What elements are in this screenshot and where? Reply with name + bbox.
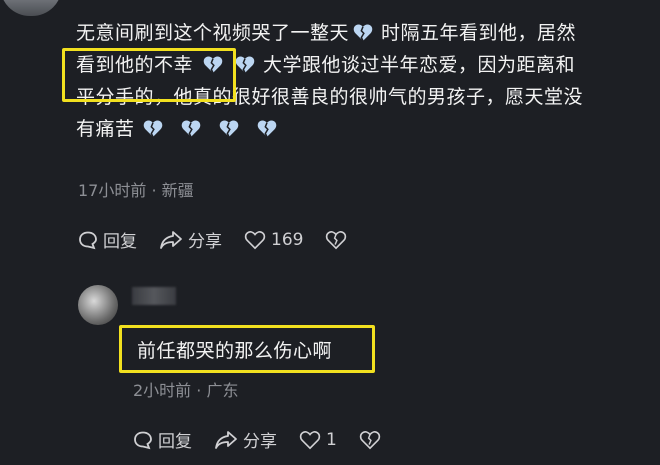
reply-like-count: 1 [326,429,337,450]
share-button[interactable]: 分享 [159,227,222,252]
like-count: 169 [271,229,304,250]
broken-heart-icon [219,119,239,138]
reply-text: 前任都哭的那么伤心啊 [137,340,333,362]
broken-heart-icon [235,55,255,74]
comment-meta: 17小时前 · 新疆 [78,181,194,200]
reply-share-label: 分享 [243,432,277,452]
reply-button[interactable]: 回复 [78,227,137,252]
share-icon [160,230,182,249]
broken-heart-icon [353,23,373,42]
reply-reply-label: 回复 [158,432,192,452]
like-button[interactable]: 169 [244,230,303,250]
comment-line-1: 无意间刷到这个视频哭了一整天 [76,22,350,44]
heart-icon [299,430,321,449]
reply-like-button[interactable]: 1 [299,430,337,450]
reply-label: 回复 [103,232,137,252]
broken-heart-icon [257,119,277,138]
comment-line-1b: 时隔五年看到他，居然 [381,22,577,44]
reply-avatar[interactable] [78,285,118,325]
reply-icon [134,431,152,449]
heart-icon [244,230,266,249]
dislike-button[interactable] [325,230,352,250]
broken-heart-outline-icon [326,230,347,249]
comment-line-4: 有痛苦 [76,118,135,140]
broken-heart-icon [181,119,201,138]
share-icon [215,430,237,449]
highlight-box-comment [62,48,236,102]
broken-heart-icon [143,119,163,138]
reply-share-button[interactable]: 分享 [214,427,277,452]
broken-heart-outline-icon [359,430,381,449]
reply-actions: 回复 分享 1 [133,427,408,452]
commenter-avatar[interactable] [0,0,62,16]
share-label: 分享 [188,232,222,252]
comment-actions: 回复 分享 169 [78,227,374,252]
reply-username-blurred [132,287,176,305]
reply-reply-button[interactable]: 回复 [133,427,192,452]
comment-line-2b: 大学跟他谈过半年恋爱，因为距离和 [263,54,576,76]
reply-meta: 2小时前 · 广东 [133,381,239,400]
reply-icon [79,231,97,249]
reply-dislike-button[interactable] [359,430,386,450]
